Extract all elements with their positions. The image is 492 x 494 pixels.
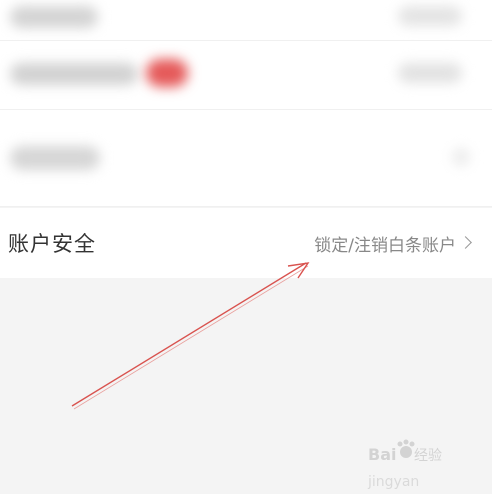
svg-text:经验: 经验 (414, 448, 442, 464)
annotation-arrow (71, 262, 310, 410)
svg-text:Bai: Bai (368, 445, 396, 464)
svg-text:jingyan: jingyan (367, 474, 419, 490)
baidu-jingyan-watermark: Bai 经验 jingyan (366, 438, 466, 490)
